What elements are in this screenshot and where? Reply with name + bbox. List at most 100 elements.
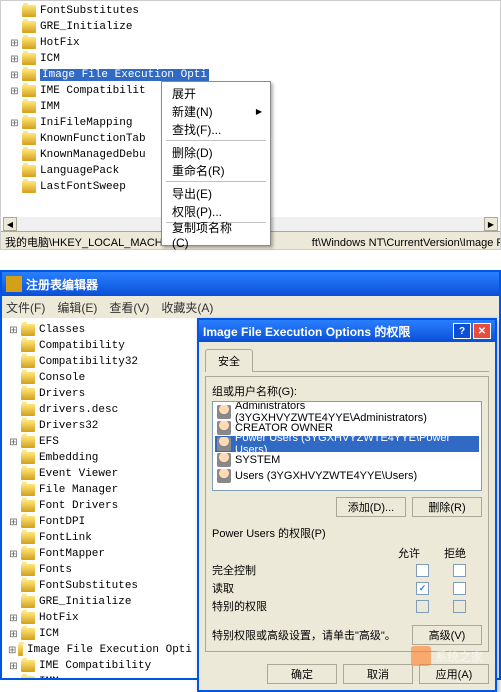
tree-label: FontDPI (39, 516, 85, 528)
expand-icon[interactable] (9, 102, 20, 113)
tree-item[interactable]: ICM (9, 51, 500, 67)
expand-icon[interactable] (9, 150, 20, 161)
remove-button[interactable]: 删除(R) (412, 497, 482, 517)
tree-label: LastFontSweep (40, 181, 126, 193)
help-button[interactable]: ? (453, 323, 471, 339)
tree-item[interactable]: Drivers (8, 386, 192, 402)
menu-favorites[interactable]: 收藏夹(A) (161, 299, 213, 316)
expand-icon[interactable] (9, 182, 20, 193)
deny-checkbox[interactable] (453, 582, 466, 595)
menu-delete[interactable]: 删除(D) (164, 143, 268, 161)
tree-item[interactable]: Classes (8, 322, 192, 338)
perm-title-bar[interactable]: Image File Execution Options 的权限 ? ✕ (199, 320, 495, 342)
tree-item[interactable]: Compatibility (8, 338, 192, 354)
menu-view[interactable]: 查看(V) (109, 299, 149, 316)
users-listbox[interactable]: Administrators (3YGXHVYZWTE4YYE\Administ… (212, 401, 482, 491)
expand-icon[interactable] (8, 677, 19, 679)
user-list-item[interactable]: Administrators (3YGXHVYZWTE4YYE\Administ… (215, 404, 479, 420)
scroll-right-button[interactable]: ▶ (484, 217, 498, 231)
expand-icon[interactable] (8, 325, 19, 336)
deny-checkbox[interactable] (453, 600, 466, 613)
tree-item[interactable]: File Manager (8, 482, 192, 498)
expand-icon[interactable] (8, 597, 19, 608)
expand-icon[interactable] (8, 517, 19, 528)
registry-tree-bottom[interactable]: ClassesCompatibilityCompatibility32Conso… (2, 318, 192, 678)
tree-item[interactable]: FontSubstitutes (9, 3, 500, 19)
user-list-item[interactable]: Users (3YGXHVYZWTE4YYE\Users) (215, 468, 479, 484)
tree-item[interactable]: Font Drivers (8, 498, 192, 514)
menu-edit[interactable]: 编辑(E) (57, 299, 97, 316)
expand-icon[interactable] (9, 118, 20, 129)
expand-icon[interactable] (8, 373, 19, 384)
expand-icon[interactable] (8, 565, 19, 576)
menu-export[interactable]: 导出(E) (164, 184, 268, 202)
tree-item[interactable]: EFS (8, 434, 192, 450)
expand-icon[interactable] (9, 22, 20, 33)
expand-icon[interactable] (9, 86, 20, 97)
folder-icon (22, 101, 36, 113)
tree-item[interactable]: Image File Execution Opti (8, 642, 192, 658)
tree-item[interactable]: ICM (8, 626, 192, 642)
expand-icon[interactable] (8, 437, 19, 448)
expand-icon[interactable] (9, 70, 20, 81)
menu-new[interactable]: 新建(N) (164, 102, 268, 120)
expand-icon[interactable] (9, 54, 20, 65)
tree-item[interactable]: IMM (8, 674, 192, 678)
tree-item[interactable]: Embedding (8, 450, 192, 466)
ok-button[interactable]: 确定 (267, 664, 337, 684)
expand-icon[interactable] (9, 6, 20, 17)
tree-item[interactable]: Compatibility32 (8, 354, 192, 370)
expand-icon[interactable] (8, 421, 19, 432)
menu-rename[interactable]: 重命名(R) (164, 161, 268, 179)
expand-icon[interactable] (8, 357, 19, 368)
expand-icon[interactable] (8, 661, 19, 672)
user-list-item[interactable]: Power Users (3YGXHVYZWTE4YYE\Power Users… (215, 436, 479, 452)
tree-item[interactable]: FontDPI (8, 514, 192, 530)
expand-icon[interactable] (9, 38, 20, 49)
menu-expand[interactable]: 展开 (164, 84, 268, 102)
regedit-title-bar[interactable]: 注册表编辑器 (2, 272, 499, 296)
expand-icon[interactable] (8, 581, 19, 592)
add-button[interactable]: 添加(D)... (336, 497, 406, 517)
expand-icon[interactable] (9, 166, 20, 177)
expand-icon[interactable] (8, 453, 19, 464)
expand-icon[interactable] (8, 341, 19, 352)
tree-item[interactable]: HotFix (8, 610, 192, 626)
scroll-left-button[interactable]: ◀ (3, 217, 17, 231)
expand-icon[interactable] (8, 533, 19, 544)
tree-item[interactable]: FontLink (8, 530, 192, 546)
deny-checkbox[interactable] (453, 564, 466, 577)
tree-item[interactable]: Drivers32 (8, 418, 192, 434)
close-button[interactable]: ✕ (473, 323, 491, 339)
allow-checkbox[interactable] (416, 600, 429, 613)
tree-item[interactable]: Console (8, 370, 192, 386)
expand-icon[interactable] (8, 645, 16, 656)
tree-item[interactable]: drivers.desc (8, 402, 192, 418)
tree-item[interactable]: GRE_Initialize (9, 19, 500, 35)
allow-checkbox[interactable] (416, 564, 429, 577)
tree-item[interactable]: Fonts (8, 562, 192, 578)
expand-icon[interactable] (8, 501, 19, 512)
allow-checkbox[interactable] (416, 582, 429, 595)
menu-copy-key-name[interactable]: 复制项名称(C) (164, 225, 268, 243)
expand-icon[interactable] (8, 613, 19, 624)
menu-permissions[interactable]: 权限(P)... (164, 202, 268, 220)
tree-item[interactable]: IME Compatibility (8, 658, 192, 674)
user-label: Users (3YGXHVYZWTE4YYE\Users) (235, 470, 417, 482)
expand-icon[interactable] (8, 469, 19, 480)
expand-icon[interactable] (8, 485, 19, 496)
menu-file[interactable]: 文件(F) (6, 299, 45, 316)
tree-item[interactable]: Event Viewer (8, 466, 192, 482)
expand-icon[interactable] (9, 134, 20, 145)
expand-icon[interactable] (8, 389, 19, 400)
expand-icon[interactable] (8, 405, 19, 416)
tree-item[interactable]: GRE_Initialize (8, 594, 192, 610)
tree-item[interactable]: FontMapper (8, 546, 192, 562)
tree-item[interactable]: FontSubstitutes (8, 578, 192, 594)
tab-security[interactable]: 安全 (205, 349, 253, 372)
tree-item[interactable]: HotFix (9, 35, 500, 51)
menu-find[interactable]: 查找(F)... (164, 120, 268, 138)
expand-icon[interactable] (8, 549, 19, 560)
expand-icon[interactable] (8, 629, 19, 640)
menu-separator (166, 181, 266, 182)
